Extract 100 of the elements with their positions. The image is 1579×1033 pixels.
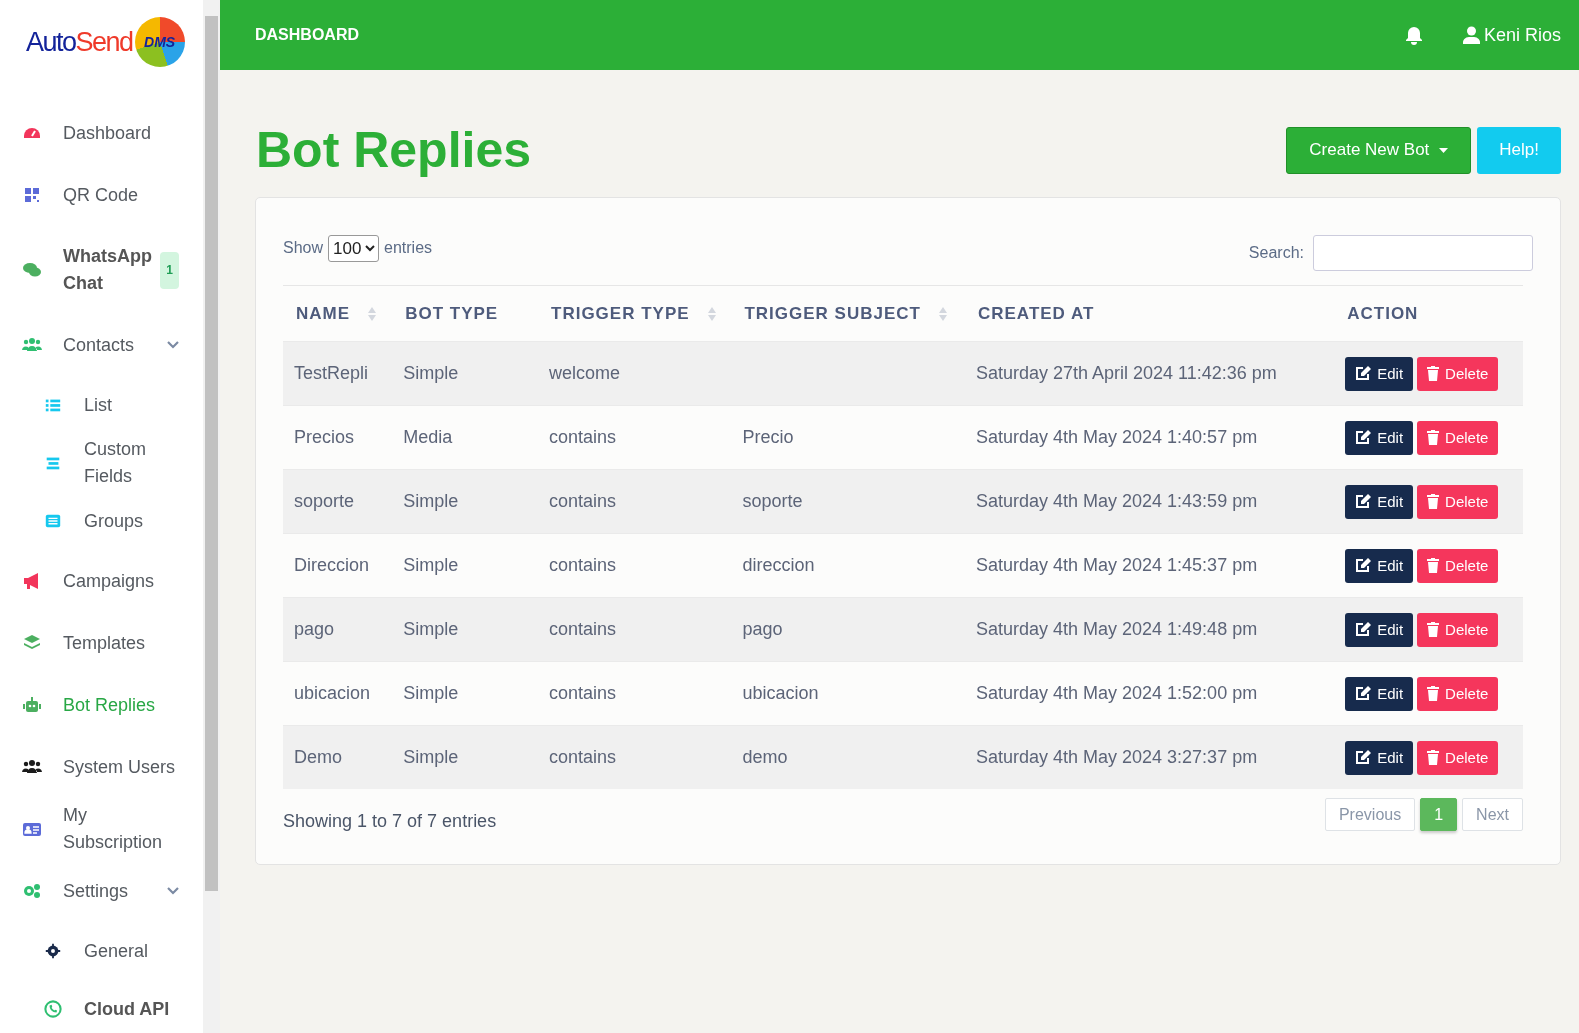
table-cell: Saturday 4th May 2024 1:52:00 pm — [975, 683, 1258, 703]
sidebar-item[interactable]: WhatsApp Chat 1 — [0, 226, 203, 314]
sidebar-item[interactable]: Cloud API — [0, 980, 203, 1033]
whatsapp-icon — [44, 1000, 62, 1018]
sidebar-label: List — [84, 393, 113, 417]
table-cell: Precio — [742, 427, 794, 447]
table-cell: Saturday 4th May 2024 3:27:37 pm — [975, 747, 1258, 767]
sidebar-item[interactable]: Campaigns — [0, 550, 203, 612]
sidebar-label: Campaigns — [63, 569, 156, 593]
sidebar-label: Contacts — [63, 333, 136, 357]
caret-icon — [1439, 147, 1449, 153]
table-cell: Saturday 27th April 2024 11:42:36 pm — [975, 363, 1277, 383]
column-header[interactable]: TRIGGER SUBJECT — [744, 303, 921, 324]
trash-icon — [1427, 622, 1440, 637]
table-cell: welcome — [549, 363, 621, 383]
delete-button[interactable]: Delete — [1417, 548, 1499, 583]
sort-icon[interactable] — [707, 305, 716, 322]
edit-icon — [1355, 430, 1372, 445]
sidebar-item[interactable]: System Users — [0, 736, 203, 798]
delete-button[interactable]: Delete — [1417, 740, 1499, 775]
sidebar-item[interactable]: Groups — [0, 492, 203, 550]
table-cell: pago — [294, 619, 335, 639]
edit-button[interactable]: Edit — [1345, 612, 1414, 647]
edit-icon — [1355, 750, 1372, 765]
edit-button[interactable]: Edit — [1345, 548, 1414, 583]
table-cell: Simple — [403, 363, 459, 383]
table-cell: Saturday 4th May 2024 1:40:57 pm — [975, 427, 1258, 447]
sidebar-label: Groups — [84, 509, 145, 533]
table-cell: Media — [403, 427, 453, 447]
table-cell: pago — [742, 619, 783, 639]
sidebar-label: Cloud API — [84, 997, 171, 1021]
trash-icon — [1427, 494, 1440, 509]
sort-icon[interactable] — [368, 305, 377, 322]
scrollbar[interactable] — [203, 0, 220, 1033]
table-cell: Precios — [294, 427, 355, 447]
delete-button[interactable]: Delete — [1417, 420, 1499, 455]
edit-icon — [1355, 366, 1372, 381]
trash-icon — [1427, 430, 1440, 445]
table-cell: ubicacion — [294, 683, 371, 703]
sidebar-label: Bot Replies — [63, 693, 157, 717]
edit-icon — [1355, 494, 1372, 509]
sidebar-item[interactable]: Templates — [0, 612, 203, 674]
sort-icon[interactable] — [938, 305, 947, 322]
logo[interactable]: AutoSend DMS — [0, 16, 203, 68]
table-cell: contains — [549, 619, 617, 639]
sidebar-item[interactable]: List — [0, 376, 203, 434]
delete-button[interactable]: Delete — [1417, 356, 1499, 391]
column-header[interactable]: TRIGGER TYPE — [551, 303, 690, 324]
table-cell: Simple — [403, 555, 459, 575]
sidebar-label: Templates — [63, 631, 147, 655]
sidebar-label: General — [84, 939, 150, 963]
table-cell: Saturday 4th May 2024 1:45:37 pm — [975, 555, 1258, 575]
table-cell: Direccion — [294, 555, 370, 575]
qr-code-icon — [22, 185, 42, 205]
edit-icon — [1355, 558, 1372, 573]
robot-icon — [22, 695, 42, 715]
sidebar-label: Dashboard — [63, 121, 153, 145]
table-cell: Demo — [294, 747, 342, 767]
table-cell: demo — [742, 747, 788, 767]
delete-button[interactable]: Delete — [1417, 484, 1499, 519]
sidebar-item[interactable]: Settings — [0, 860, 203, 922]
column-header[interactable]: BOT TYPE — [405, 303, 499, 324]
page-title: Bot Replies — [256, 121, 533, 179]
user-icon[interactable] — [1462, 26, 1480, 44]
table-cell: contains — [549, 683, 617, 703]
entries-info: Showing 1 to 7 of 7 entries — [283, 811, 497, 832]
delete-button[interactable]: Delete — [1417, 676, 1499, 711]
sidebar-label: Custom Fields — [84, 438, 147, 488]
column-header[interactable]: NAME — [296, 303, 351, 324]
sidebar-item[interactable]: Dashboard — [0, 102, 203, 164]
sidebar-label: Settings — [63, 879, 130, 903]
edit-button[interactable]: Edit — [1345, 484, 1414, 519]
table-cell: contains — [549, 555, 617, 575]
search-label: Search: — [1248, 244, 1304, 262]
edit-button[interactable]: Edit — [1345, 676, 1414, 711]
delete-button[interactable]: Delete — [1417, 612, 1499, 647]
table-cell: Saturday 4th May 2024 1:49:48 pm — [975, 619, 1258, 639]
edit-icon — [1355, 686, 1372, 701]
sidebar-item[interactable]: QR Code — [0, 164, 203, 226]
sidebar-item[interactable]: My Subscription — [0, 798, 203, 860]
search-field[interactable] — [1313, 235, 1533, 271]
table-cell: TestRepli — [294, 363, 369, 383]
table-cell: Simple — [403, 747, 459, 767]
sidebar-label: QR Code — [63, 183, 140, 207]
edit-button[interactable]: Edit — [1345, 356, 1414, 391]
sidebar-item[interactable]: Custom Fields — [0, 434, 203, 492]
sidebar-label: System Users — [63, 755, 177, 779]
entries-select[interactable]: 100 — [328, 234, 380, 262]
column-header[interactable]: ACTION — [1347, 303, 1419, 324]
trash-icon — [1427, 750, 1440, 765]
table-cell: Simple — [403, 619, 459, 639]
edit-button[interactable]: Edit — [1345, 420, 1414, 455]
bell-icon[interactable] — [1404, 25, 1423, 45]
column-header[interactable]: CREATED AT — [977, 303, 1095, 324]
entries-label: entries — [384, 239, 433, 257]
sidebar-item[interactable]: Contacts — [0, 314, 203, 376]
sidebar-item[interactable]: General — [0, 922, 203, 980]
edit-icon — [1355, 622, 1372, 637]
table-cell: Simple — [403, 683, 459, 703]
edit-button[interactable]: Edit — [1345, 740, 1414, 775]
